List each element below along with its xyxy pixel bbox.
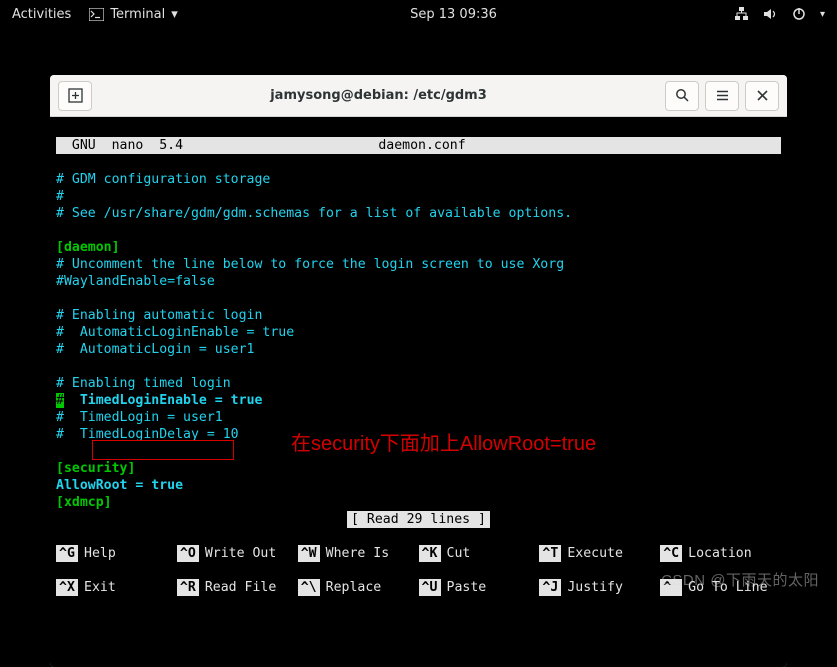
nano-line: #WaylandEnable=false [56, 274, 215, 289]
hamburger-menu-button[interactable] [705, 81, 739, 111]
shortcut-whereis: ^WWhere Is [298, 545, 419, 562]
nano-header: GNU nano 5.4daemon.conf [56, 137, 781, 154]
power-icon[interactable] [792, 7, 806, 21]
annotation-text: 在security下面加上AllowRoot=true [291, 436, 596, 453]
nano-line: # AutomaticLogin = user1 [56, 342, 255, 357]
shortcut-paste: ^UPaste [419, 579, 540, 596]
nano-line: # Enabling timed login [56, 376, 231, 391]
nano-line: # Uncomment the line below to force the … [56, 257, 564, 272]
window-title: jamysong@debian: /etc/gdm3 [98, 88, 659, 103]
network-icon[interactable] [734, 7, 749, 21]
nano-line [56, 291, 64, 306]
nano-section-xdmcp: [xdmcp] [56, 495, 112, 510]
shortcut-readfile: ^RRead File [177, 579, 298, 596]
nano-section-security: [security] [56, 461, 135, 476]
nano-section-daemon: [daemon] [56, 240, 120, 255]
shortcut-location: ^CLocation [660, 545, 781, 562]
nano-line [56, 223, 64, 238]
shortcut-cut: ^KCut [419, 545, 540, 562]
nano-line: # [56, 189, 64, 204]
nano-line: # Enabling automatic login [56, 308, 262, 323]
shortcut-justify: ^JJustify [539, 579, 660, 596]
shortcut-execute: ^TExecute [539, 545, 660, 562]
nano-line: # TimedLoginDelay = 10 [56, 427, 239, 442]
close-window-button[interactable] [745, 81, 779, 111]
shortcut-writeout: ^OWrite Out [177, 545, 298, 562]
nano-cursor: # [56, 393, 64, 408]
nano-shortcuts-row1: ^GHelp ^OWrite Out ^WWhere Is ^KCut ^TEx… [56, 545, 781, 562]
app-menu-label: Terminal [110, 7, 165, 22]
nano-line: # See /usr/share/gdm/gdm.schemas for a l… [56, 206, 572, 221]
chevron-down-icon: ▾ [171, 7, 178, 22]
annotation-box [92, 440, 234, 460]
nano-line: # AutomaticLoginEnable = true [56, 325, 294, 340]
clock[interactable]: Sep 13 09:36 [410, 7, 497, 22]
new-tab-button[interactable] [58, 81, 92, 111]
shortcut-help: ^GHelp [56, 545, 177, 562]
nano-allowroot-line: AllowRoot = true [56, 478, 183, 493]
chevron-down-icon[interactable]: ▾ [820, 9, 825, 20]
search-button[interactable] [665, 81, 699, 111]
terminal-icon [89, 8, 104, 21]
app-menu[interactable]: Terminal ▾ [89, 7, 177, 22]
shortcut-exit: ^XExit [56, 579, 177, 596]
shortcut-replace: ^\Replace [298, 579, 419, 596]
nano-status: [ Read 29 lines ] [56, 511, 781, 528]
nano-line: # TimedLoginEnable = true [56, 393, 262, 408]
nano-line: # GDM configuration storage [56, 172, 270, 187]
watermark: CSDN @下雨天的太阳 [661, 569, 819, 590]
nano-line: # TimedLogin = user1 [56, 410, 223, 425]
nano-line [56, 444, 64, 459]
window-titlebar: jamysong@debian: /etc/gdm3 [50, 75, 787, 117]
nano-line [56, 359, 64, 374]
activities-button[interactable]: Activities [12, 7, 71, 22]
volume-icon[interactable] [763, 7, 778, 21]
gnome-topbar: Activities Terminal ▾ Sep 13 09:36 ▾ [0, 0, 837, 28]
